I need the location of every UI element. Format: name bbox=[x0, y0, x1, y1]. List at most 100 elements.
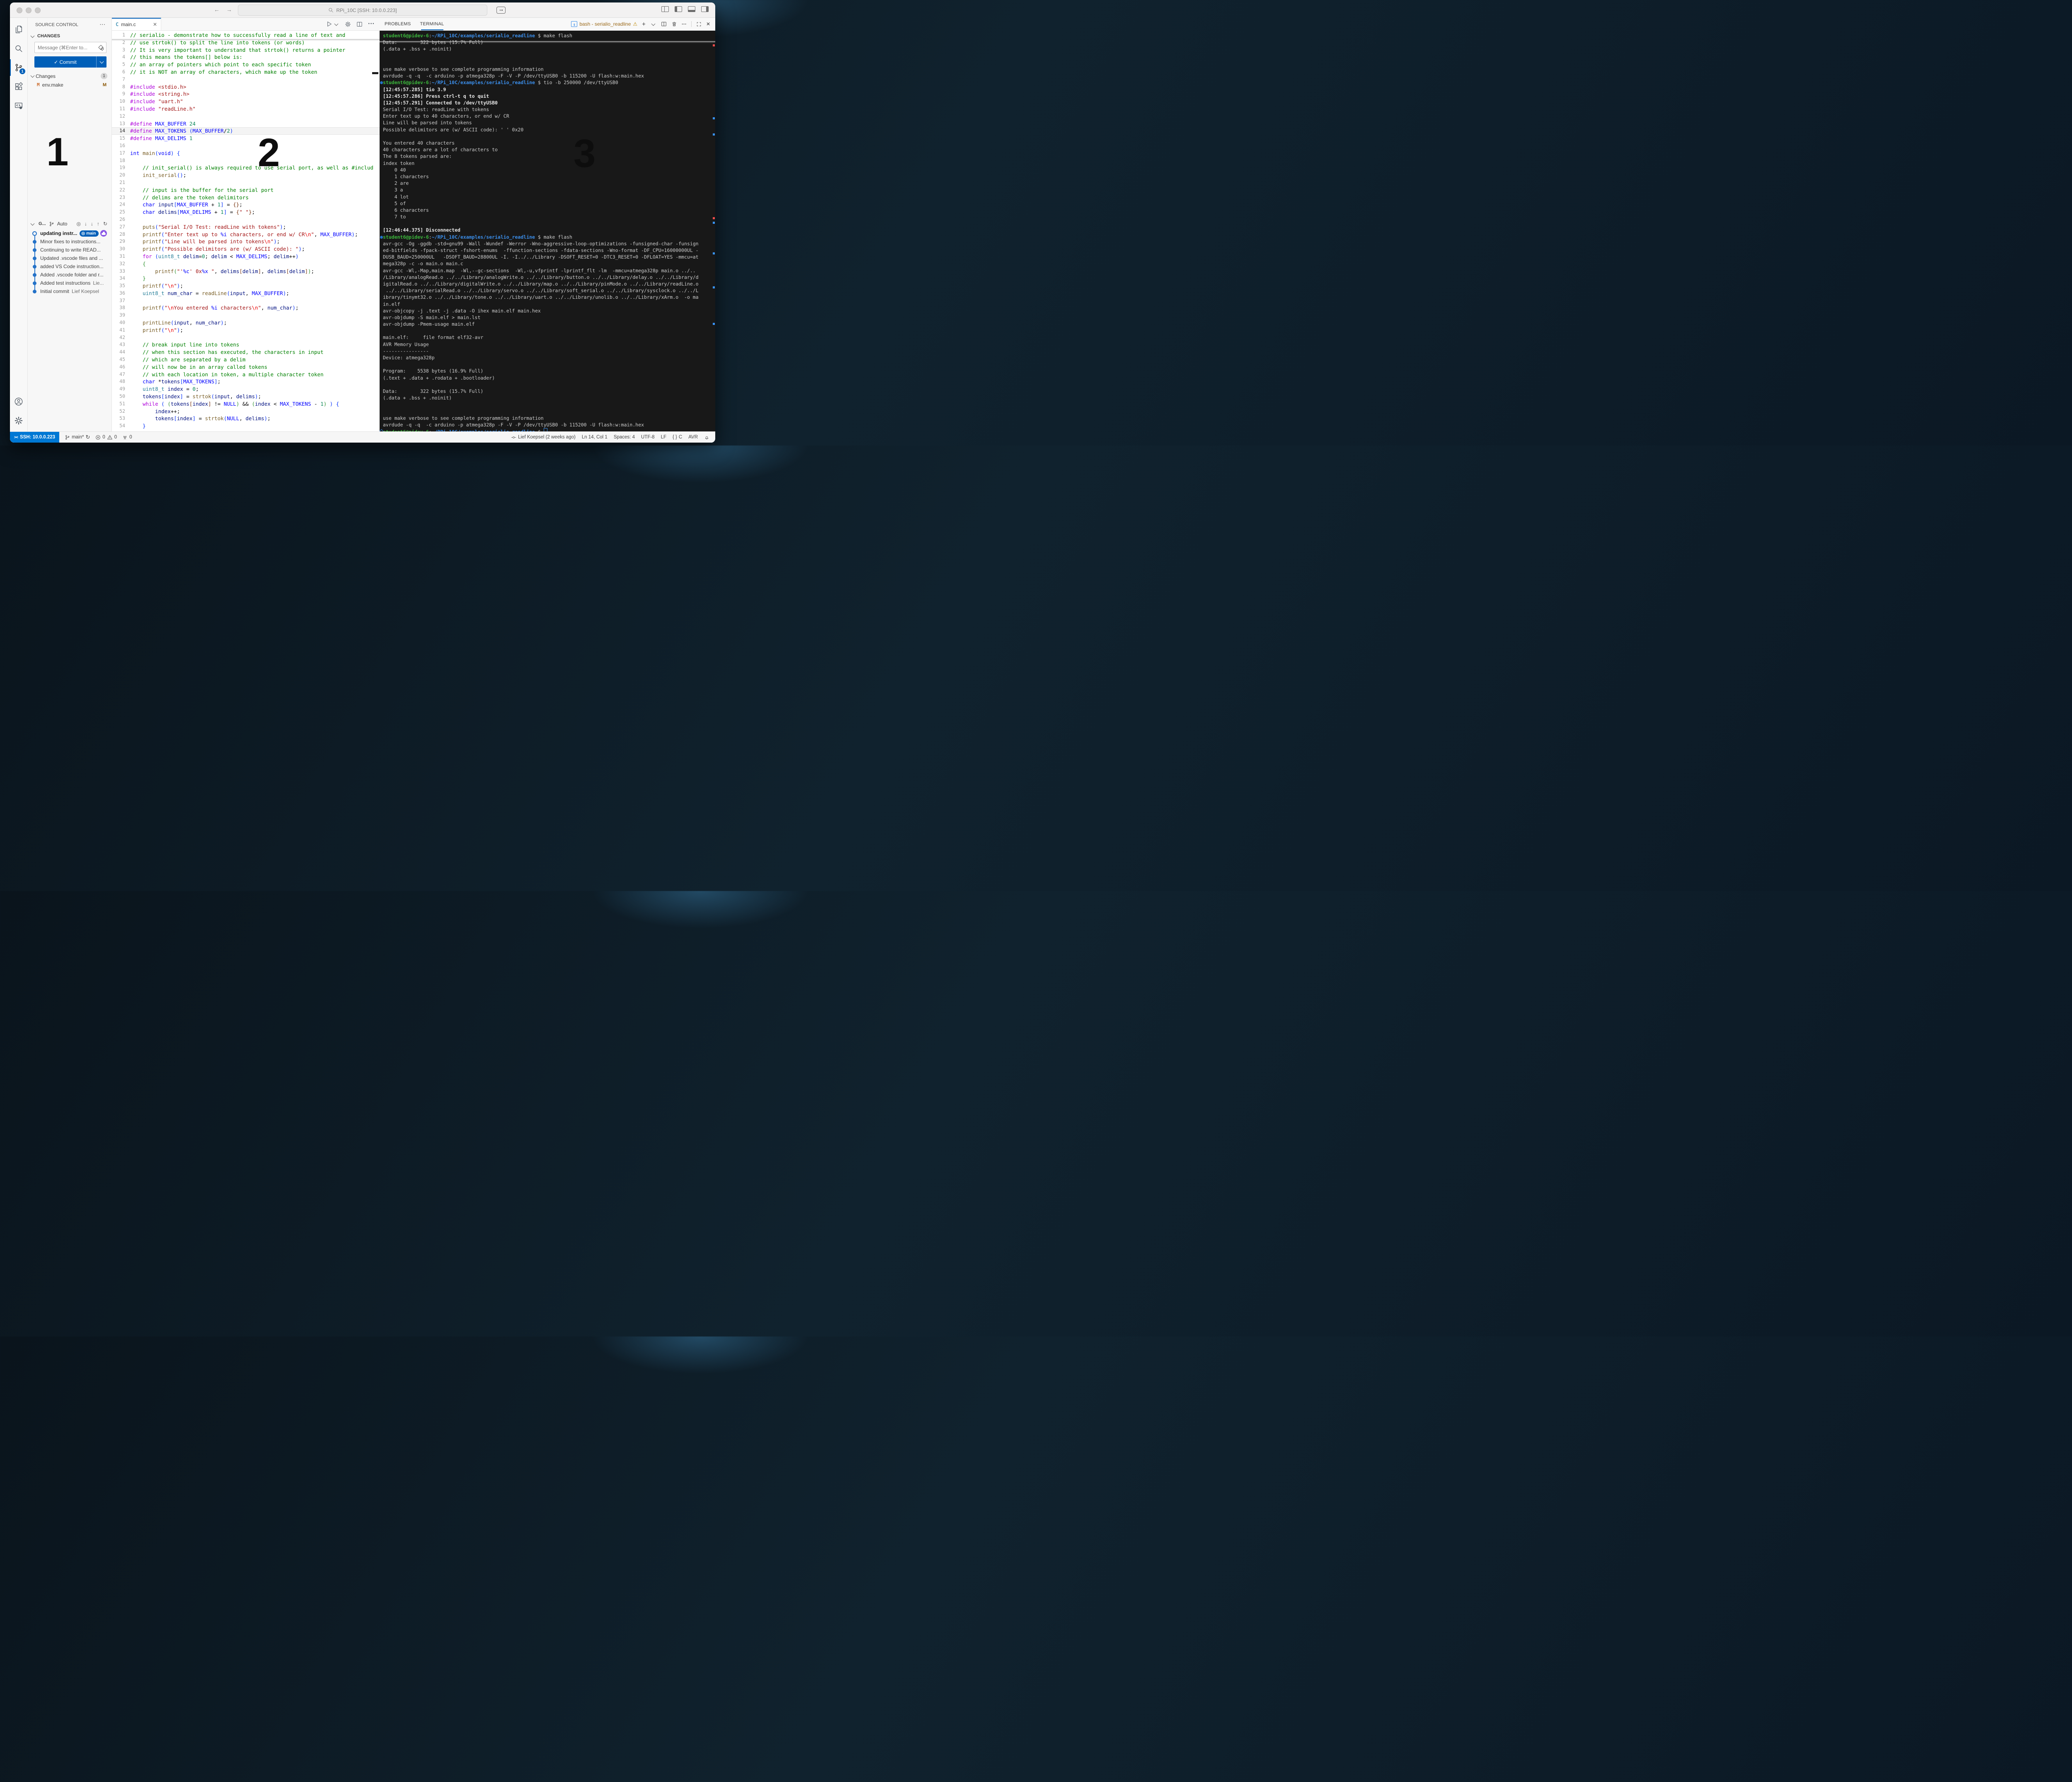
git-commit-icon bbox=[511, 435, 516, 440]
commit-item[interactable]: Initial commitLief Koepsel bbox=[28, 287, 111, 295]
code-line: 33 printf("'%c' 0x%x ", delims[delim], d… bbox=[112, 268, 380, 275]
commit-message-input[interactable]: Message (⌘Enter to... bbox=[34, 42, 107, 53]
graph-title: G... bbox=[39, 221, 46, 226]
encoding-indicator[interactable]: UTF-8 bbox=[641, 435, 655, 440]
terminal-output[interactable]: student6@pidev-6:~/RPi_10C/examples/seri… bbox=[380, 31, 715, 431]
customize-layout-icon[interactable] bbox=[661, 6, 669, 12]
terminal-line: student6@pidev-6:~/RPi_10C/examples/seri… bbox=[383, 79, 715, 86]
tab-terminal[interactable]: TERMINAL bbox=[420, 18, 444, 30]
code-line: 31 for (uint8_t delim=0; delim < MAX_DEL… bbox=[112, 253, 380, 260]
changes-section-header[interactable]: CHANGES bbox=[28, 32, 111, 40]
code-editor[interactable]: 1// serialio - demonstrate how to succes… bbox=[112, 31, 380, 431]
commit-list: updating instr...◎mainMinor fixes to ins… bbox=[28, 229, 111, 295]
more-actions-icon[interactable]: ··· bbox=[682, 21, 687, 27]
terminal-lines: student6@pidev-6:~/RPi_10C/examples/seri… bbox=[383, 32, 715, 431]
toggle-secondary-sidebar-icon[interactable] bbox=[701, 6, 709, 12]
terminal-line: Program: 5538 bytes (16.9% Full) bbox=[383, 368, 715, 374]
trash-icon[interactable] bbox=[671, 21, 677, 27]
push-icon[interactable]: ↑ bbox=[97, 221, 99, 227]
terminal-line: Data: 322 bytes (15.7% Full) bbox=[383, 39, 715, 46]
target-icon[interactable]: ◎ bbox=[76, 221, 80, 227]
copilot-icon[interactable] bbox=[496, 7, 506, 14]
sidebar-item-explorer[interactable] bbox=[10, 21, 27, 38]
ruler-tick bbox=[713, 117, 715, 119]
sparkle-icon[interactable] bbox=[98, 45, 103, 50]
commit-item[interactable]: Added test instructionsLie... bbox=[28, 279, 111, 287]
git-blame-indicator[interactable]: Lief Koepsel (2 weeks ago) bbox=[511, 435, 576, 440]
commit-item[interactable]: Updated .vscode files and ... bbox=[28, 254, 111, 262]
tab-problems[interactable]: PROBLEMS bbox=[385, 18, 411, 30]
pull-icon[interactable]: ↓ bbox=[91, 221, 93, 227]
minimize-window-button[interactable] bbox=[26, 7, 31, 13]
terminal-line: (.data + .bss + .noinit) bbox=[383, 46, 715, 52]
zoom-window-button[interactable] bbox=[35, 7, 41, 13]
commit-button[interactable]: ✓ Commit bbox=[34, 56, 107, 68]
terminal-line bbox=[383, 381, 715, 388]
forward-icon[interactable]: → bbox=[226, 6, 232, 13]
terminal-line: student6@pidev-6:~/RPi_10C/examples/seri… bbox=[383, 428, 715, 431]
indentation-indicator[interactable]: Spaces: 4 bbox=[614, 435, 635, 440]
close-icon[interactable]: ✕ bbox=[153, 22, 157, 27]
sidebar-item-source-control[interactable]: 1 bbox=[10, 59, 27, 76]
commit-item[interactable]: added VS Code instruction... bbox=[28, 262, 111, 271]
terminal-instance[interactable]: $ bash - serialio_readline ⚠ bbox=[571, 21, 637, 27]
code-line: 37 bbox=[112, 297, 380, 305]
split-terminal-icon[interactable] bbox=[661, 21, 667, 27]
sidebar-item-extensions[interactable] bbox=[10, 78, 27, 95]
commit-item[interactable]: Added .vscode folder and r... bbox=[28, 271, 111, 279]
avr-indicator[interactable]: AVR bbox=[688, 435, 698, 440]
terminal-line: ../../Library/serialRead.o ../../Library… bbox=[383, 287, 715, 294]
files-icon bbox=[14, 25, 23, 34]
changed-file-row[interactable]: M env.make M bbox=[28, 80, 111, 89]
more-actions-icon[interactable]: ··· bbox=[100, 22, 106, 27]
language-indicator[interactable]: { } C bbox=[673, 435, 682, 440]
account-icon bbox=[14, 397, 23, 406]
split-editor-icon[interactable] bbox=[356, 21, 363, 27]
more-actions-icon[interactable]: ··· bbox=[368, 20, 375, 28]
toggle-sidebar-icon[interactable] bbox=[675, 6, 682, 12]
terminal-line bbox=[383, 220, 715, 227]
chevron-down-icon[interactable] bbox=[31, 221, 35, 225]
refresh-icon[interactable]: ↻ bbox=[103, 221, 107, 227]
toggle-panel-icon[interactable] bbox=[688, 6, 695, 12]
accounts-button[interactable] bbox=[10, 393, 27, 410]
commit-item[interactable]: Continuing to write READ... bbox=[28, 246, 111, 254]
terminal-line bbox=[383, 361, 715, 368]
run-debug-button[interactable] bbox=[326, 21, 339, 27]
branch-icon bbox=[49, 221, 54, 227]
command-center-search[interactable]: RPi_10C [SSH: 10.0.0.223] bbox=[238, 5, 487, 16]
problems-indicator[interactable]: 0 0 bbox=[95, 435, 117, 440]
terminal-line: 6 characters bbox=[383, 207, 715, 213]
commit-item[interactable]: Minor fixes to instructions... bbox=[28, 237, 111, 246]
eol-indicator[interactable]: LF bbox=[661, 435, 666, 440]
close-panel-icon[interactable]: ✕ bbox=[706, 21, 710, 27]
back-icon[interactable]: ← bbox=[214, 6, 220, 13]
gear-icon[interactable] bbox=[345, 21, 351, 27]
ruler-tick bbox=[713, 222, 715, 224]
commit-item[interactable]: updating instr...◎main bbox=[28, 229, 111, 237]
ports-indicator[interactable]: 0 bbox=[122, 435, 132, 440]
chevron-down-icon[interactable] bbox=[651, 22, 655, 26]
annotation-2: 2 bbox=[258, 130, 280, 176]
sidebar-item-remote-explorer[interactable] bbox=[10, 97, 27, 114]
code-line: 10#include "uart.h" bbox=[112, 98, 380, 105]
code-line: 18 bbox=[112, 157, 380, 165]
commit-dropdown-button[interactable] bbox=[96, 56, 107, 68]
tab-main-c[interactable]: C main.c ✕ bbox=[112, 18, 161, 30]
cursor-position[interactable]: Ln 14, Col 1 bbox=[582, 435, 608, 440]
braces-icon: { } bbox=[673, 435, 677, 440]
settings-button[interactable] bbox=[10, 412, 27, 429]
sidebar-item-search[interactable] bbox=[10, 40, 27, 57]
chevron-down-icon bbox=[31, 74, 35, 78]
remote-indicator[interactable]: >< SSH: 10.0.0.223 bbox=[10, 432, 59, 443]
close-window-button[interactable] bbox=[17, 7, 22, 13]
terminal-line: ibrary/tinymt32.o ../../Library/tone.o .… bbox=[383, 294, 715, 300]
notifications-button[interactable] bbox=[704, 435, 709, 440]
changes-tree-header[interactable]: Changes 1 bbox=[28, 72, 111, 80]
maximize-panel-icon[interactable] bbox=[696, 22, 702, 27]
graph-auto-label[interactable]: Auto bbox=[57, 221, 68, 227]
branch-indicator[interactable]: main* ↻ bbox=[65, 434, 90, 441]
terminal-line: Serial I/O Test: readLine with tokens bbox=[383, 106, 715, 113]
new-terminal-button[interactable]: + bbox=[642, 21, 646, 28]
fetch-icon[interactable]: ↓ bbox=[85, 221, 87, 227]
